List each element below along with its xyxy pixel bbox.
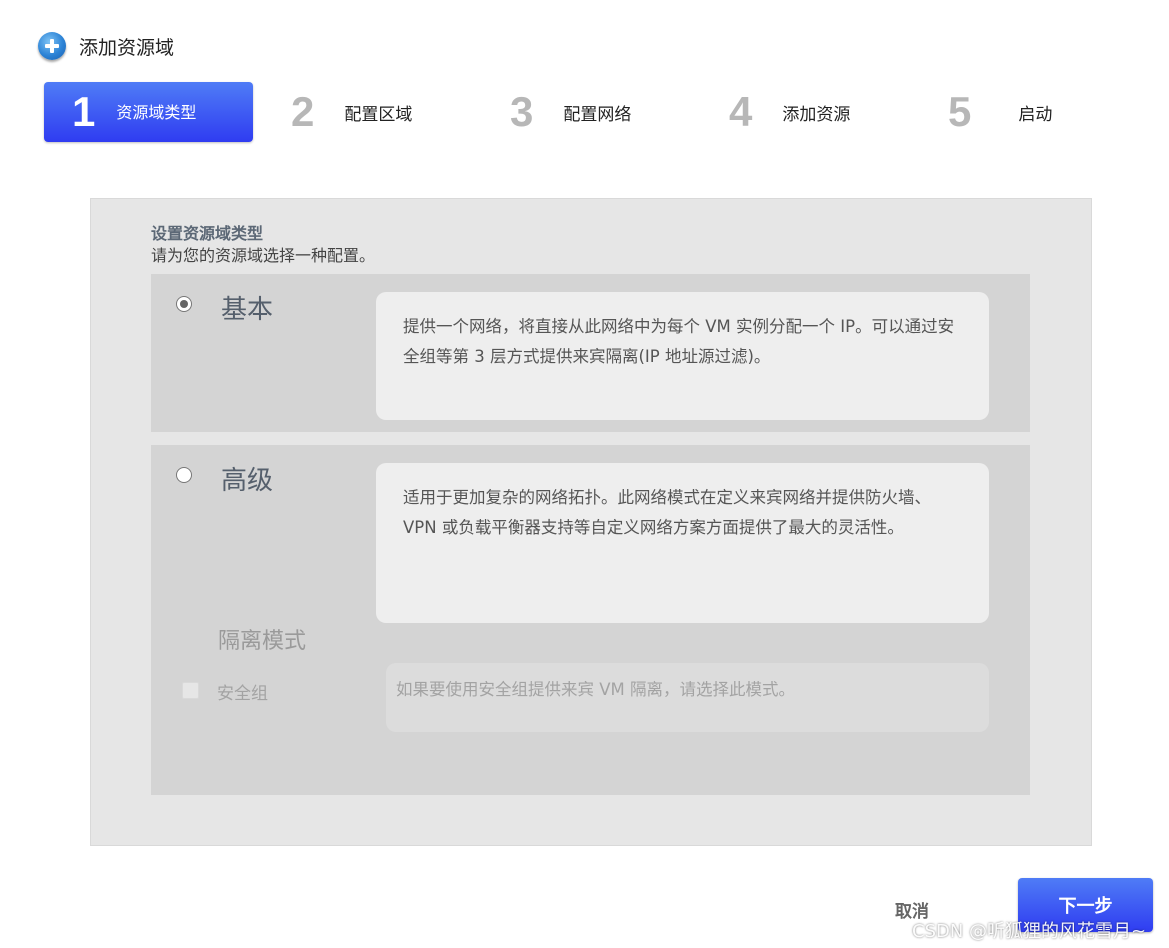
dialog-header: 添加资源域 <box>38 30 174 62</box>
advanced-radio[interactable] <box>176 467 192 483</box>
option-basic[interactable]: 基本 提供一个网络，将直接从此网络中为每个 VM 实例分配一个 IP。可以通过安… <box>151 274 1030 432</box>
option-advanced[interactable]: 高级 适用于更加复杂的网络拓扑。此网络模式在定义来宾网络并提供防火墙、VPN 或… <box>151 445 1030 795</box>
step-label: 添加资源 <box>782 104 851 125</box>
step-label: 配置区域 <box>344 104 413 125</box>
option-title-basic: 基本 <box>221 295 274 325</box>
step-label: 启动 <box>1018 104 1053 125</box>
step-number: 5 <box>948 88 972 135</box>
step-4-add-resources[interactable]: 4 添加资源 <box>729 82 850 142</box>
step-number: 2 <box>291 88 315 135</box>
section-description: 请为您的资源域选择一种配置。 <box>151 246 376 265</box>
isolation-mode-title: 隔离模式 <box>218 629 307 654</box>
basic-radio[interactable] <box>176 296 192 312</box>
zone-type-panel: 设置资源域类型 请为您的资源域选择一种配置。 基本 提供一个网络，将直接从此网络… <box>90 198 1092 846</box>
option-description-basic: 提供一个网络，将直接从此网络中为每个 VM 实例分配一个 IP。可以通过安全组等… <box>376 292 989 420</box>
plus-circle-icon <box>38 32 66 60</box>
step-number: 1 <box>72 88 96 135</box>
option-title-advanced: 高级 <box>221 466 274 496</box>
dialog-title: 添加资源域 <box>79 36 175 59</box>
step-1-zone-type[interactable]: 1 资源域类型 <box>44 82 253 142</box>
step-label: 资源域类型 <box>116 102 197 122</box>
step-2-configure-zone[interactable]: 2 配置区域 <box>291 82 412 142</box>
step-label: 配置网络 <box>563 104 632 125</box>
step-number: 3 <box>510 88 534 135</box>
security-group-label: 安全组 <box>217 684 268 704</box>
step-5-launch[interactable]: 5 启动 <box>948 82 1052 142</box>
step-number: 4 <box>729 88 753 135</box>
security-group-checkbox[interactable] <box>182 682 199 699</box>
section-heading: 设置资源域类型 <box>151 224 264 243</box>
wizard-steps: 1 资源域类型 2 配置区域 3 配置网络 4 添加资源 5 启动 <box>0 82 1169 142</box>
option-description-advanced: 适用于更加复杂的网络拓扑。此网络模式在定义来宾网络并提供防火墙、VPN 或负载平… <box>376 463 989 623</box>
watermark: CSDN @听狐狸的风花雪月~ <box>912 921 1147 942</box>
step-3-configure-network[interactable]: 3 配置网络 <box>510 82 631 142</box>
security-group-description: 如果要使用安全组提供来宾 VM 隔离，请选择此模式。 <box>386 663 989 732</box>
